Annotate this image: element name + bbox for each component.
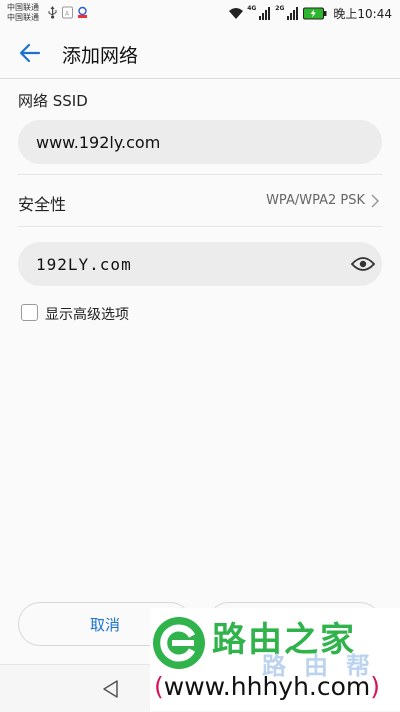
status-time: 晚上10:44 [333, 7, 392, 21]
accessibility-icon: A [62, 6, 73, 19]
notification-icons: A [47, 6, 88, 19]
status-indicators: 4G 2G 晚上10:44 [228, 5, 392, 22]
network-tag-2: 2G [275, 5, 285, 12]
app-bar: 添加网络 [0, 28, 400, 78]
status-bar: 中国联通 中国联通 A 4G 2G 晚上10:44 [0, 0, 400, 28]
ssid-value: www.192ly.com [36, 132, 161, 152]
password-input[interactable]: 192LY.com [18, 242, 382, 286]
show-advanced-label: 显示高级选项 [45, 307, 129, 323]
ssid-input[interactable]: www.192ly.com [18, 120, 382, 164]
battery-icon [303, 7, 327, 20]
watermark-url: www.hhhyh.com [163, 672, 371, 701]
arrow-left-icon[interactable] [17, 40, 43, 66]
divider [18, 226, 382, 227]
usb-icon [48, 6, 57, 19]
chevron-right-icon [371, 194, 380, 208]
watermark-logo-icon [153, 617, 205, 669]
watermark-paren-close: ) [370, 672, 381, 701]
show-advanced-checkbox[interactable] [21, 304, 38, 321]
eye-icon[interactable] [351, 256, 375, 272]
watermark-paren-open: ( [154, 672, 164, 701]
security-label: 安全性 [18, 195, 67, 214]
divider [18, 174, 382, 175]
carrier-names: 中国联通 中国联通 [7, 3, 39, 23]
notification-app-icon [78, 6, 87, 18]
watermark: 路由之家 路由帮 (www.hhhyh.com) [150, 608, 400, 711]
signal-icon [287, 7, 299, 20]
carrier-1: 中国联通 [7, 3, 39, 12]
carrier-2: 中国联通 [7, 13, 39, 22]
ssid-label: 网络 SSID [18, 92, 88, 110]
security-row[interactable]: 安全性 WPA/WPA2 PSK [0, 178, 400, 224]
nav-back-icon[interactable] [101, 679, 121, 699]
wifi-icon [229, 8, 244, 19]
app-bar-divider [0, 78, 400, 79]
page-title: 添加网络 [62, 45, 139, 67]
watermark-url-line: (www.hhhyh.com) [154, 672, 380, 701]
password-value: 192LY.com [36, 254, 132, 274]
signal-icon [259, 7, 271, 20]
security-value: WPA/WPA2 PSK [266, 193, 365, 208]
network-tag-1: 4G [247, 5, 257, 12]
